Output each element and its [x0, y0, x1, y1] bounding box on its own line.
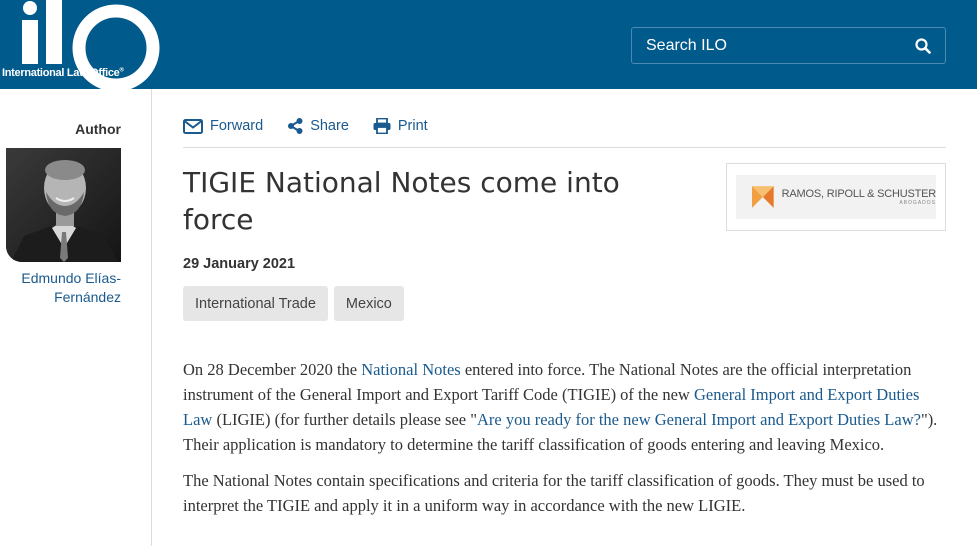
paragraph-1: On 28 December 2020 the National Notes e… [183, 357, 946, 457]
article-date: 29 January 2021 [183, 256, 296, 272]
divider [183, 147, 946, 148]
share-button[interactable]: Share [287, 118, 349, 134]
search-icon [915, 37, 931, 54]
firm-subtitle: ABOGADOS [899, 200, 936, 206]
author-sidebar: Author Edmundo Elías-Fernández [0, 89, 152, 546]
printer-icon [373, 118, 391, 134]
firm-logo-box[interactable]: RAMOS, RIPOLL & SCHUSTER ABOGADOS [726, 163, 946, 231]
author-name-link[interactable]: Edmundo Elías-Fernández [1, 269, 121, 307]
print-label: Print [397, 118, 428, 134]
tag-list: International Trade Mexico [183, 286, 404, 321]
article-title: TIGIE National Notes come into force [183, 166, 620, 236]
firm-logo: RAMOS, RIPOLL & SCHUSTER ABOGADOS [736, 175, 936, 219]
tag-international-trade[interactable]: International Trade [183, 286, 328, 321]
logo-text: International Law Office® [2, 67, 124, 79]
envelope-icon [183, 118, 203, 134]
forward-label: Forward [210, 118, 264, 134]
author-avatar[interactable] [6, 148, 121, 262]
are-you-ready-link[interactable]: Are you ready for the new General Import… [477, 410, 921, 429]
paragraph-2: The National Notes contain specification… [183, 471, 925, 515]
article-actions: Forward Share Print [183, 118, 428, 134]
tag-mexico[interactable]: Mexico [333, 286, 404, 321]
share-icon [288, 118, 303, 134]
text-span: (LIGIE) (for further details please see … [212, 410, 477, 429]
search-bar [631, 27, 946, 64]
ilo-logo[interactable]: International Law Office® [0, 0, 170, 89]
share-label: Share [310, 118, 349, 134]
search-input[interactable] [646, 36, 901, 55]
text-span: On 28 December 2020 the [183, 360, 362, 379]
article-body: On 28 December 2020 the National Notes e… [183, 357, 946, 529]
firm-name: RAMOS, RIPOLL & SCHUSTER [781, 188, 937, 200]
national-notes-link[interactable]: National Notes [361, 360, 460, 379]
author-label: Author [75, 121, 121, 137]
site-header: International Law Office® [0, 0, 977, 89]
print-button[interactable]: Print [373, 118, 428, 134]
author-photo [6, 148, 121, 262]
firm-logo-mark [752, 186, 774, 208]
search-button[interactable] [901, 28, 945, 63]
forward-button[interactable]: Forward [183, 118, 263, 134]
